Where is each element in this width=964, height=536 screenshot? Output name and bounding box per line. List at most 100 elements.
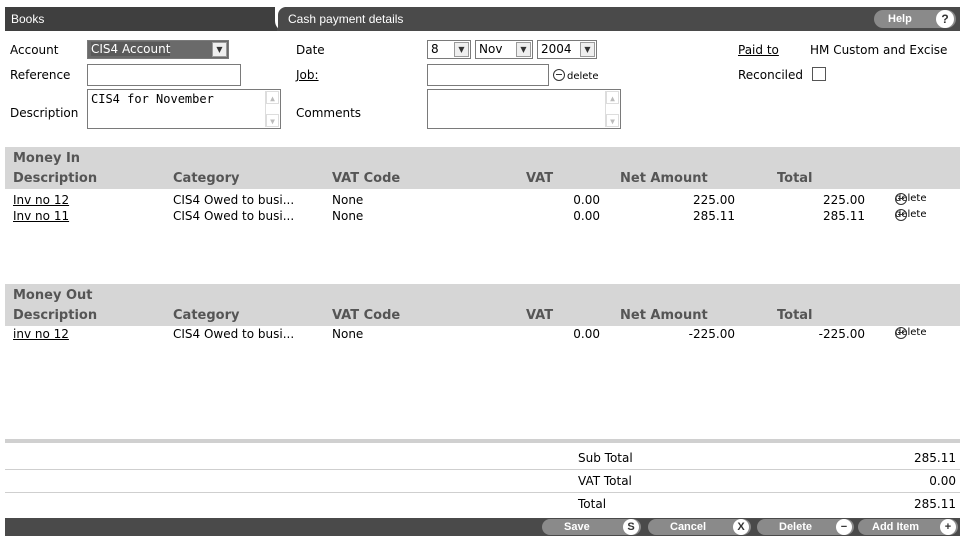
date-month-select[interactable]: Nov ▼	[475, 40, 533, 59]
row-net-amount: 285.11	[693, 209, 735, 223]
description-textarea[interactable]: CIS4 for November ▲ ▼	[87, 89, 281, 129]
tab-cash-payment-details[interactable]: Cash payment details	[288, 7, 403, 31]
title-bar: Books Cash payment details Help ?	[5, 7, 960, 31]
row-total: -225.00	[818, 327, 865, 341]
scroll-up-icon[interactable]: ▲	[606, 91, 619, 104]
row-total: 285.11	[823, 209, 865, 223]
col-total: Total	[777, 308, 813, 323]
col-category: Category	[173, 171, 240, 186]
table-row: inv no 12 CIS4 Owed to busi... None 0.00 -22…	[5, 327, 960, 343]
delete-button[interactable]: Delete −	[757, 519, 854, 535]
col-vat-code: VAT Code	[332, 308, 401, 323]
row-delete-link[interactable]: delete	[895, 209, 927, 221]
description-scrollbar[interactable]: ▲ ▼	[265, 91, 279, 127]
reconciled-label: Reconciled	[738, 68, 803, 82]
cancel-icon: X	[733, 519, 749, 535]
add-item-button[interactable]: Add Item +	[858, 519, 958, 535]
save-label: Save	[564, 521, 590, 533]
minus-circle-icon	[895, 209, 907, 221]
totals-separator	[5, 439, 960, 443]
description-value: CIS4 for November	[91, 92, 214, 106]
reference-label: Reference	[10, 68, 71, 82]
total-label: Total	[578, 497, 607, 511]
total-value: 285.11	[914, 497, 956, 511]
row-description-link[interactable]: inv no 12	[13, 327, 69, 341]
vat-total-label: VAT Total	[578, 474, 632, 488]
minus-circle-icon	[895, 327, 907, 339]
reference-input[interactable]	[87, 64, 241, 86]
row-vat: 0.00	[573, 193, 600, 207]
date-year-select[interactable]: 2004 ▼	[537, 40, 597, 59]
scroll-up-icon[interactable]: ▲	[266, 91, 279, 104]
delete-label: Delete	[779, 521, 813, 533]
table-row: Inv no 12 CIS4 Owed to busi... None 0.00 225…	[5, 193, 960, 209]
save-button[interactable]: Save S	[542, 519, 641, 535]
col-description: Description	[13, 171, 98, 186]
add-item-label: Add Item	[872, 521, 920, 533]
comments-scrollbar[interactable]: ▲ ▼	[605, 91, 619, 127]
paid-to-value: HM Custom and Excise	[810, 43, 948, 57]
comments-textarea[interactable]: ▲ ▼	[427, 89, 621, 129]
help-icon: ?	[936, 10, 954, 28]
row-vat-code: None	[332, 209, 364, 223]
cancel-button[interactable]: Cancel X	[648, 519, 751, 535]
row-description-link[interactable]: Inv no 12	[13, 193, 69, 207]
col-total: Total	[777, 171, 813, 186]
row-vat: 0.00	[573, 209, 600, 223]
date-year-value: 2004	[541, 42, 572, 56]
description-label: Description	[10, 106, 79, 120]
col-net-amount: Net Amount	[620, 308, 708, 323]
col-net-amount: Net Amount	[620, 171, 708, 186]
row-vat-code: None	[332, 193, 364, 207]
col-vat-code: VAT Code	[332, 171, 401, 186]
help-label: Help	[888, 13, 912, 25]
col-category: Category	[173, 308, 240, 323]
minus-circle-icon	[895, 193, 907, 205]
date-label: Date	[296, 43, 325, 57]
account-label: Account	[10, 43, 59, 57]
date-day-value: 8	[431, 42, 439, 56]
col-vat: VAT	[526, 308, 554, 323]
row-delete-link[interactable]: delete	[895, 327, 927, 339]
job-delete-link[interactable]: delete	[553, 69, 599, 82]
row-vat: 0.00	[573, 327, 600, 341]
minus-circle-icon: −	[836, 519, 852, 535]
money-in-header: Money In Description Category VAT Code V…	[5, 147, 960, 189]
minus-circle-icon	[553, 69, 565, 81]
table-row: Inv no 11 CIS4 Owed to busi... None 0.00 285…	[5, 209, 960, 225]
money-in-title: Money In	[13, 151, 81, 166]
save-icon: S	[623, 519, 639, 535]
tab-books[interactable]: Books	[5, 7, 277, 31]
row-net-amount: 225.00	[693, 193, 735, 207]
date-day-select[interactable]: 8 ▼	[427, 40, 471, 59]
col-vat: VAT	[526, 171, 554, 186]
cancel-label: Cancel	[670, 521, 707, 533]
reconciled-checkbox[interactable]	[812, 67, 826, 81]
tab-divider	[275, 7, 286, 31]
row-vat-code: None	[332, 327, 364, 341]
row-category: CIS4 Owed to busi...	[173, 327, 295, 341]
vat-total-value: 0.00	[929, 474, 956, 488]
job-link[interactable]: Job:	[296, 68, 319, 82]
row-net-amount: -225.00	[688, 327, 735, 341]
paid-to-link[interactable]: Paid to	[738, 43, 779, 57]
action-bar: Save S Cancel X Delete − Add Item +	[5, 518, 960, 536]
account-select[interactable]: CIS4 Account ▼	[87, 40, 229, 59]
divider	[5, 469, 960, 470]
row-category: CIS4 Owed to busi...	[173, 193, 295, 207]
chevron-down-icon: ▼	[454, 42, 469, 57]
date-month-value: Nov	[479, 42, 503, 56]
scroll-down-icon[interactable]: ▼	[606, 114, 619, 127]
money-out-header: Money Out Description Category VAT Code …	[5, 284, 960, 326]
job-delete-label: delete	[567, 71, 599, 82]
plus-circle-icon: +	[940, 519, 956, 535]
help-button[interactable]: Help ?	[874, 10, 956, 28]
money-out-title: Money Out	[13, 288, 93, 303]
row-delete-link[interactable]: delete	[895, 193, 927, 205]
job-input[interactable]	[427, 64, 549, 86]
sub-total-label: Sub Total	[578, 451, 633, 465]
chevron-down-icon: ▼	[212, 42, 227, 57]
row-category: CIS4 Owed to busi...	[173, 209, 295, 223]
scroll-down-icon[interactable]: ▼	[266, 114, 279, 127]
row-description-link[interactable]: Inv no 11	[13, 209, 69, 223]
